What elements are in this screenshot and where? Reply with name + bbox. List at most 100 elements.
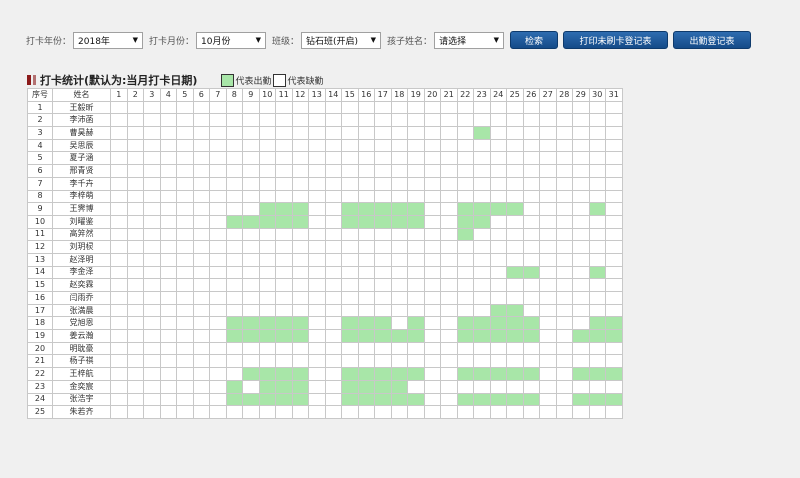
- attendance-cell-present: [225, 379, 243, 394]
- attendance-cell-present: [390, 379, 408, 394]
- day-header: 23: [473, 88, 491, 102]
- attendance-cell-absent: [572, 405, 590, 419]
- attendance-cell-absent: [440, 151, 458, 166]
- attendance-cell-absent: [126, 202, 144, 216]
- attendance-cell-absent: [308, 100, 326, 115]
- attendance-cell-absent: [390, 100, 408, 115]
- attendance-cell-absent: [324, 164, 342, 178]
- attendance-cell-absent: [357, 113, 375, 128]
- row-index: 25: [27, 405, 53, 419]
- attendance-register-button[interactable]: 出勤登记表: [673, 31, 752, 49]
- student-name: 李梓萌: [52, 189, 111, 204]
- row-index: 21: [27, 354, 53, 369]
- table-header-row: 序号 姓名 1 2 3 4 5 6 7 8 9 10 11 12 13 14 15 16 17 18 19 20 21 2…: [27, 88, 623, 102]
- attendance-cell-absent: [176, 379, 194, 394]
- attendance-cell-absent: [588, 252, 606, 267]
- row-index: 7: [27, 176, 53, 191]
- attendance-cell-absent: [126, 329, 144, 343]
- attendance-cell-absent: [308, 303, 326, 318]
- attendance-cell-present: [506, 392, 524, 407]
- attendance-cell-absent: [275, 100, 293, 115]
- attendance-cell-absent: [209, 113, 227, 128]
- stats-title: 打卡统计(默认为:当月打卡日期): [40, 74, 198, 87]
- attendance-cell-absent: [324, 100, 342, 115]
- student-name: 李金泽: [52, 265, 111, 280]
- attendance-cell-absent: [407, 405, 425, 419]
- attendance-cell-absent: [258, 405, 276, 419]
- attendance-cell-absent: [225, 126, 243, 140]
- attendance-cell-present: [605, 316, 623, 331]
- attendance-cell-absent: [176, 291, 194, 305]
- attendance-cell-absent: [275, 265, 293, 280]
- attendance-cell-absent: [522, 354, 540, 369]
- search-button[interactable]: 检索: [510, 31, 559, 49]
- attendance-cell-present: [456, 202, 474, 216]
- attendance-cell-absent: [423, 367, 441, 381]
- attendance-cell-present: [275, 316, 293, 331]
- attendance-cell-present: [242, 329, 260, 343]
- attendance-cell-absent: [291, 100, 309, 115]
- attendance-cell-absent: [143, 316, 161, 331]
- attendance-cell-present: [506, 367, 524, 381]
- attendance-cell-absent: [324, 278, 342, 292]
- attendance-cell-absent: [192, 151, 210, 166]
- table-row: 7 李千卉: [27, 176, 623, 191]
- attendance-cell-absent: [324, 240, 342, 254]
- attendance-cell-absent: [489, 189, 507, 204]
- attendance-cell-absent: [555, 278, 573, 292]
- attendance-cell-absent: [176, 392, 194, 407]
- attendance-cell-absent: [291, 405, 309, 419]
- attendance-cell-absent: [539, 202, 557, 216]
- attendance-cell-absent: [374, 164, 392, 178]
- attendance-cell-absent: [489, 265, 507, 280]
- class-select[interactable]: 钻石班(开启) ▼: [301, 31, 382, 49]
- attendance-cell-absent: [357, 240, 375, 254]
- day-header: 27: [539, 88, 557, 102]
- attendance-cell-absent: [555, 100, 573, 115]
- row-index: 18: [27, 316, 53, 331]
- student-name: 明耽豪: [52, 341, 111, 356]
- attendance-cell-absent: [308, 341, 326, 356]
- attendance-cell-absent: [242, 265, 260, 280]
- table-row: 24 张浩宇: [27, 392, 623, 407]
- attendance-cell-absent: [291, 240, 309, 254]
- attendance-cell-absent: [192, 379, 210, 394]
- attendance-cell-absent: [407, 341, 425, 356]
- attendance-cell-absent: [126, 126, 144, 140]
- attendance-cell-absent: [126, 227, 144, 242]
- attendance-cell-absent: [390, 316, 408, 331]
- attendance-cell-absent: [209, 278, 227, 292]
- attendance-cell-absent: [192, 354, 210, 369]
- day-header: 15: [341, 88, 359, 102]
- table-row: 14 李金泽: [27, 265, 623, 280]
- student-name: 邢青贤: [52, 164, 111, 178]
- student-name: 金奕宸: [52, 379, 111, 394]
- table-row: 1 王毅昕: [27, 100, 623, 115]
- attendance-cell-absent: [110, 126, 128, 140]
- attendance-cell-absent: [522, 100, 540, 115]
- child-select[interactable]: 请选择 ▼: [434, 31, 505, 49]
- attendance-cell-present: [258, 202, 276, 216]
- attendance-cell-absent: [143, 341, 161, 356]
- attendance-cell-absent: [572, 151, 590, 166]
- attendance-cell-absent: [407, 278, 425, 292]
- attendance-cell-absent: [489, 354, 507, 369]
- attendance-cell-absent: [423, 252, 441, 267]
- attendance-cell-absent: [291, 138, 309, 153]
- attendance-cell-absent: [341, 265, 359, 280]
- year-select[interactable]: 2018年 ▼: [73, 31, 144, 49]
- print-unswiped-button[interactable]: 打印未刷卡登记表: [563, 31, 669, 49]
- attendance-cell-absent: [456, 151, 474, 166]
- table-row: 17 张満晨: [27, 303, 623, 318]
- attendance-cell-present: [473, 316, 491, 331]
- month-select[interactable]: 10月份 ▼: [196, 31, 267, 49]
- attendance-cell-absent: [126, 291, 144, 305]
- attendance-cell-absent: [324, 303, 342, 318]
- attendance-cell-absent: [159, 138, 177, 153]
- attendance-cell-absent: [291, 189, 309, 204]
- attendance-cell-absent: [374, 227, 392, 242]
- attendance-cell-absent: [489, 113, 507, 128]
- attendance-cell-present: [291, 214, 309, 229]
- attendance-cell-absent: [357, 405, 375, 419]
- row-index: 22: [27, 367, 53, 381]
